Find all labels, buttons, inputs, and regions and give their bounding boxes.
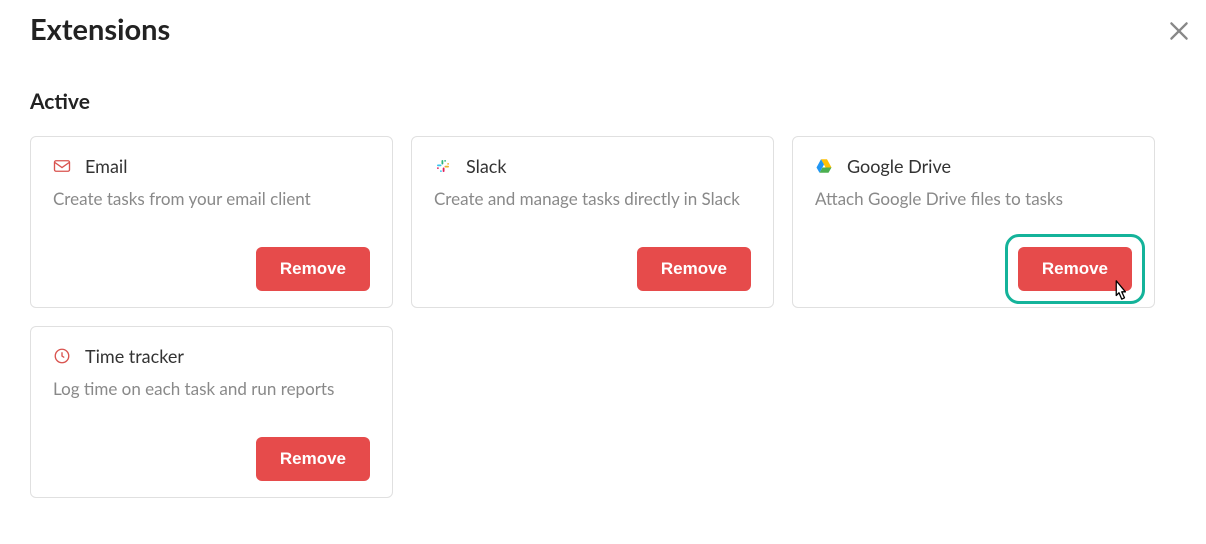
google-drive-icon [815, 157, 833, 175]
remove-button[interactable]: Remove [256, 437, 370, 481]
extension-title: Google Drive [847, 155, 951, 177]
extension-description: Create tasks from your email client [53, 187, 370, 233]
remove-button[interactable]: Remove [256, 247, 370, 291]
highlight-ring: Remove [1005, 234, 1145, 304]
extension-title: Slack [466, 155, 507, 177]
slack-icon [434, 157, 452, 175]
extension-card-google-drive: Google Drive Attach Google Drive files t… [792, 136, 1155, 308]
extension-description: Create and manage tasks directly in Slac… [434, 187, 751, 233]
extension-card-slack: Slack Create and manage tasks directly i… [411, 136, 774, 308]
section-title-active: Active [30, 89, 1176, 114]
remove-button[interactable]: Remove [637, 247, 751, 291]
page-title: Extensions [30, 12, 1176, 47]
extension-title: Email [85, 155, 127, 177]
close-button[interactable] [1166, 18, 1192, 44]
extension-description: Attach Google Drive files to tasks [815, 187, 1132, 233]
extension-card-time-tracker: Time tracker Log time on each task and r… [30, 326, 393, 498]
extension-title: Time tracker [85, 345, 184, 367]
clock-icon [53, 347, 71, 365]
close-icon [1166, 29, 1192, 48]
email-icon [53, 157, 71, 175]
remove-button[interactable]: Remove [1018, 247, 1132, 291]
extension-description: Log time on each task and run reports [53, 377, 370, 423]
extension-cards-grid: Email Create tasks from your email clien… [30, 136, 1176, 498]
extension-card-email: Email Create tasks from your email clien… [30, 136, 393, 308]
